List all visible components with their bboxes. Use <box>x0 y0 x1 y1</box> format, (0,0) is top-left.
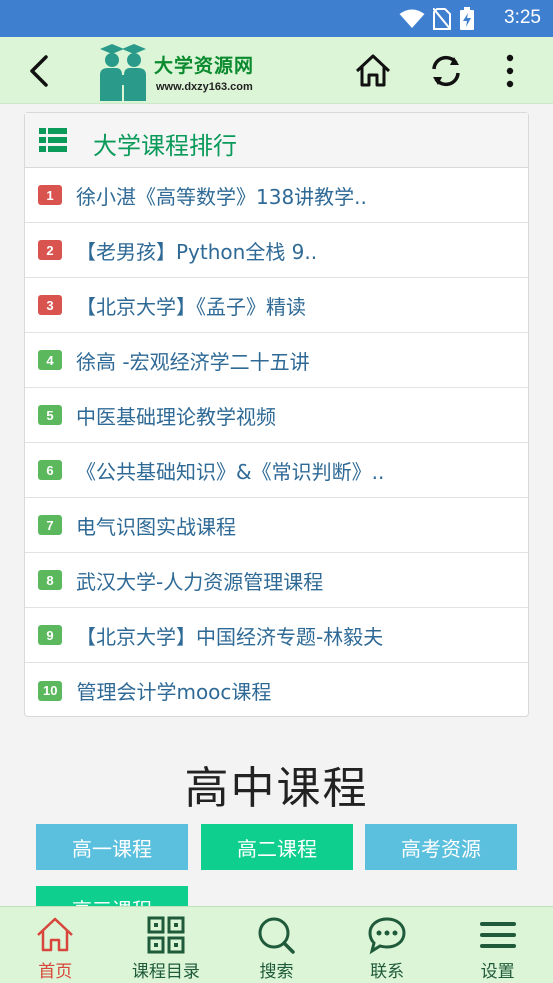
tab-search-label: 搜索 <box>259 962 294 982</box>
tab-contact-label: 联系 <box>370 962 405 982</box>
ranking-item-title: 管理会计学mooc课程 <box>76 680 272 704</box>
menu-icon <box>479 922 516 948</box>
ranking-item-title: 中医基础理论教学视频 <box>76 404 276 429</box>
ranking-item[interactable]: 9 【北京大学】中国经济专题-林毅夫 <box>25 608 528 663</box>
grade-2-button[interactable]: 高二课程 <box>201 824 353 870</box>
ranking-item[interactable]: 10 管理会计学mooc课程 <box>25 663 528 718</box>
ranking-card: 大学课程排行 1 徐小湛《高等数学》138讲教学.. 2 【老男孩】Python全栈 … <box>24 112 529 717</box>
ranking-item[interactable]: 8 武汉大学-人力资源管理课程 <box>25 553 528 608</box>
home-icon[interactable] <box>353 51 393 91</box>
ranking-item[interactable]: 7 电气识图实战课程 <box>25 498 528 553</box>
ranking-item-title: 《公共基础知识》&《常识判断》.. <box>76 459 385 484</box>
bottom-tab-bar: 首页 课程目录 搜索 联系 设置 <box>0 906 553 983</box>
ranking-list: 1 徐小湛《高等数学》138讲教学.. 2 【老男孩】Python全栈 9.. 3 【北京… <box>25 168 528 718</box>
no-sim-icon <box>433 8 451 30</box>
ranking-item[interactable]: 6 《公共基础知识》&《常识判断》.. <box>25 443 528 498</box>
tab-home-label: 首页 <box>38 962 73 982</box>
ranking-title: 大学课程排行 <box>93 132 237 160</box>
tab-contact[interactable]: 联系 <box>332 907 443 983</box>
gaokao-resources-button[interactable]: 高考资源 <box>365 824 517 870</box>
app-header: 大学资源网 www.dxzy163.com <box>0 37 553 104</box>
logo-graduates-icon <box>100 44 146 101</box>
ranking-item-title: 武汉大学-人力资源管理课程 <box>76 569 324 594</box>
tab-settings[interactable]: 设置 <box>442 907 553 983</box>
status-bar: 3:25 <box>0 0 553 37</box>
ranking-item-title: 电气识图实战课程 <box>76 514 236 539</box>
status-icons <box>399 7 475 31</box>
wifi-icon <box>399 9 425 28</box>
rank-badge: 3 <box>38 295 62 315</box>
rank-badge: 6 <box>38 460 62 480</box>
ranking-card-header: 大学课程排行 <box>25 113 528 168</box>
logo-url: www.dxzy163.com <box>156 81 253 93</box>
back-arrow-icon[interactable] <box>24 53 58 89</box>
section-title: 高中课程 <box>184 763 369 814</box>
tab-settings-label: 设置 <box>480 962 515 982</box>
grade-1-button[interactable]: 高一课程 <box>36 824 188 870</box>
refresh-icon[interactable] <box>426 51 466 91</box>
grid-icon <box>147 916 185 954</box>
tab-home[interactable]: 首页 <box>0 907 111 983</box>
more-vert-icon[interactable] <box>500 51 520 91</box>
home-icon <box>37 917 74 952</box>
ranking-item-title: 【北京大学】《孟子》精读 <box>76 294 306 319</box>
ranking-item-title: 徐高 -宏观经济学二十五讲 <box>76 349 310 374</box>
ranking-item-title: 【老男孩】Python全栈 9.. <box>76 239 318 264</box>
search-icon <box>258 917 296 954</box>
logo-title: 大学资源网 <box>154 55 255 77</box>
ranking-item[interactable]: 1 徐小湛《高等数学》138讲教学.. <box>25 168 528 223</box>
chat-icon <box>368 917 406 955</box>
rank-badge: 2 <box>38 240 62 260</box>
tab-catalog[interactable]: 课程目录 <box>111 907 222 983</box>
ranking-item[interactable]: 4 徐高 -宏观经济学二十五讲 <box>25 333 528 388</box>
site-logo[interactable]: 大学资源网 www.dxzy163.com <box>92 41 272 103</box>
rank-badge: 7 <box>38 515 62 535</box>
ranking-item[interactable]: 3 【北京大学】《孟子》精读 <box>25 278 528 333</box>
rank-badge: 4 <box>38 350 62 370</box>
rank-badge: 5 <box>38 405 62 425</box>
ranking-item[interactable]: 2 【老男孩】Python全栈 9.. <box>25 223 528 278</box>
battery-charging-icon <box>460 7 474 30</box>
ranking-item-title: 【北京大学】中国经济专题-林毅夫 <box>76 624 384 649</box>
status-time: 3:25 <box>504 7 541 28</box>
list-icon <box>39 128 67 152</box>
tab-search[interactable]: 搜索 <box>221 907 332 983</box>
rank-badge: 8 <box>38 570 62 590</box>
tab-catalog-label: 课程目录 <box>131 962 200 982</box>
ranking-item[interactable]: 5 中医基础理论教学视频 <box>25 388 528 443</box>
rank-badge: 9 <box>38 625 62 645</box>
ranking-item-title: 徐小湛《高等数学》138讲教学.. <box>76 184 367 209</box>
rank-badge: 10 <box>38 680 63 701</box>
rank-badge: 1 <box>38 185 62 205</box>
